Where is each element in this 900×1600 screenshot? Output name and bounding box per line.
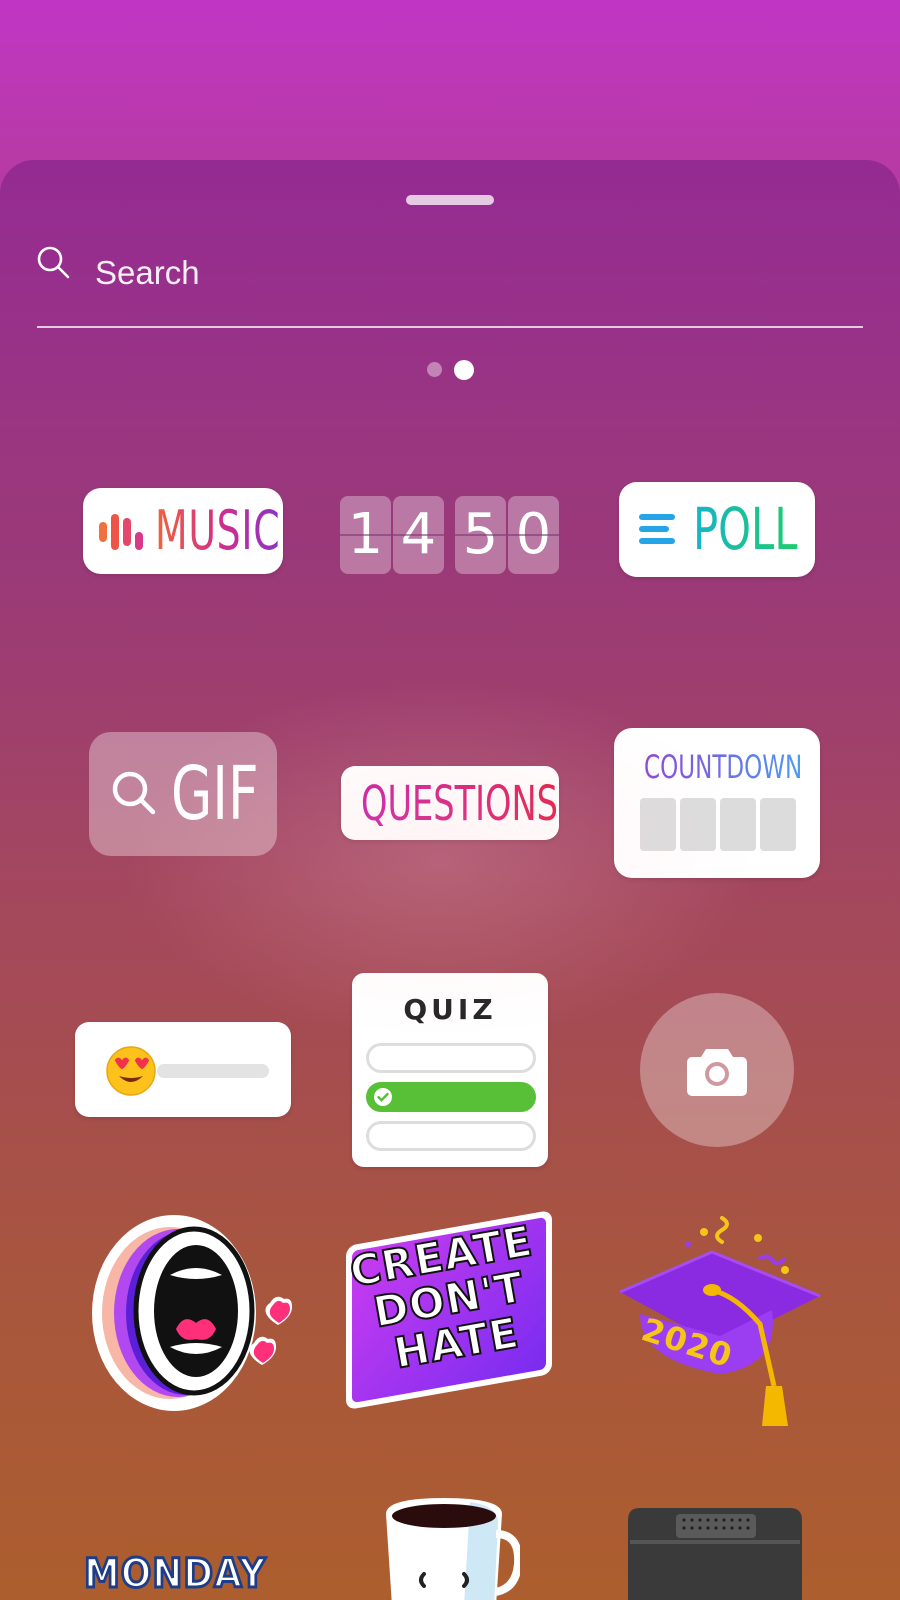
countdown-sticker[interactable]: COUNTDOWN [614, 728, 820, 878]
gif-label: GIF [171, 751, 259, 837]
quiz-sticker[interactable]: QUIZ [352, 973, 548, 1167]
questions-sticker[interactable]: QUESTIONS [341, 766, 559, 840]
music-bars-icon [99, 514, 145, 550]
create-dont-hate-sticker[interactable]: CREATE DON'T HATE [338, 1209, 560, 1411]
page-dot-2-active[interactable] [454, 360, 474, 380]
monday-sticker[interactable]: MONDAY [84, 1550, 284, 1600]
time-digit: 4 [393, 496, 444, 574]
camera-sticker[interactable] [640, 993, 794, 1147]
poll-sticker[interactable]: POLL [619, 482, 815, 577]
page-dot-1[interactable] [427, 362, 442, 377]
coffee-mug-sticker[interactable] [380, 1494, 520, 1600]
poll-label: POLL [693, 495, 798, 563]
gif-sticker[interactable]: GIF [89, 732, 277, 856]
time-sticker[interactable]: 1 4 5 0 [340, 496, 560, 574]
sticker-tray: MUSIC 1 4 5 0 POLL GIF QUESTIONS COUNTDO… [0, 160, 900, 1600]
music-label: MUSIC [155, 499, 281, 562]
countdown-box [760, 798, 796, 851]
heart-eyes-emoji-icon [106, 1046, 156, 1096]
quiz-option-correct [366, 1082, 536, 1112]
music-sticker[interactable]: MUSIC [83, 488, 283, 574]
search-icon [37, 246, 70, 279]
graduation-cap-sticker[interactable]: 2020 [610, 1210, 826, 1440]
search-bar [37, 246, 863, 328]
time-digit: 1 [340, 496, 391, 574]
emoji-slider-sticker[interactable] [75, 1022, 291, 1117]
shouting-mouth-sticker[interactable] [74, 1213, 294, 1418]
countdown-box [640, 798, 676, 851]
time-digit: 5 [455, 496, 506, 574]
countdown-box [720, 798, 756, 851]
countdown-label: COUNTDOWN [644, 748, 803, 786]
quiz-label: QUIZ [403, 993, 497, 1026]
countdown-box [680, 798, 716, 851]
check-icon [374, 1088, 392, 1106]
search-icon [112, 771, 156, 815]
quiz-option [366, 1043, 536, 1073]
time-digit: 0 [508, 496, 559, 574]
monday-label: MONDAY [84, 1550, 267, 1599]
questions-label: QUESTIONS [361, 776, 558, 832]
speaker-sticker[interactable] [620, 1504, 820, 1600]
camera-icon [687, 1049, 747, 1096]
slider-track [157, 1064, 269, 1078]
search-input[interactable] [93, 250, 797, 296]
graduation-cap-icon [619, 1216, 821, 1426]
quiz-option [366, 1121, 536, 1151]
drag-handle[interactable] [406, 195, 494, 205]
